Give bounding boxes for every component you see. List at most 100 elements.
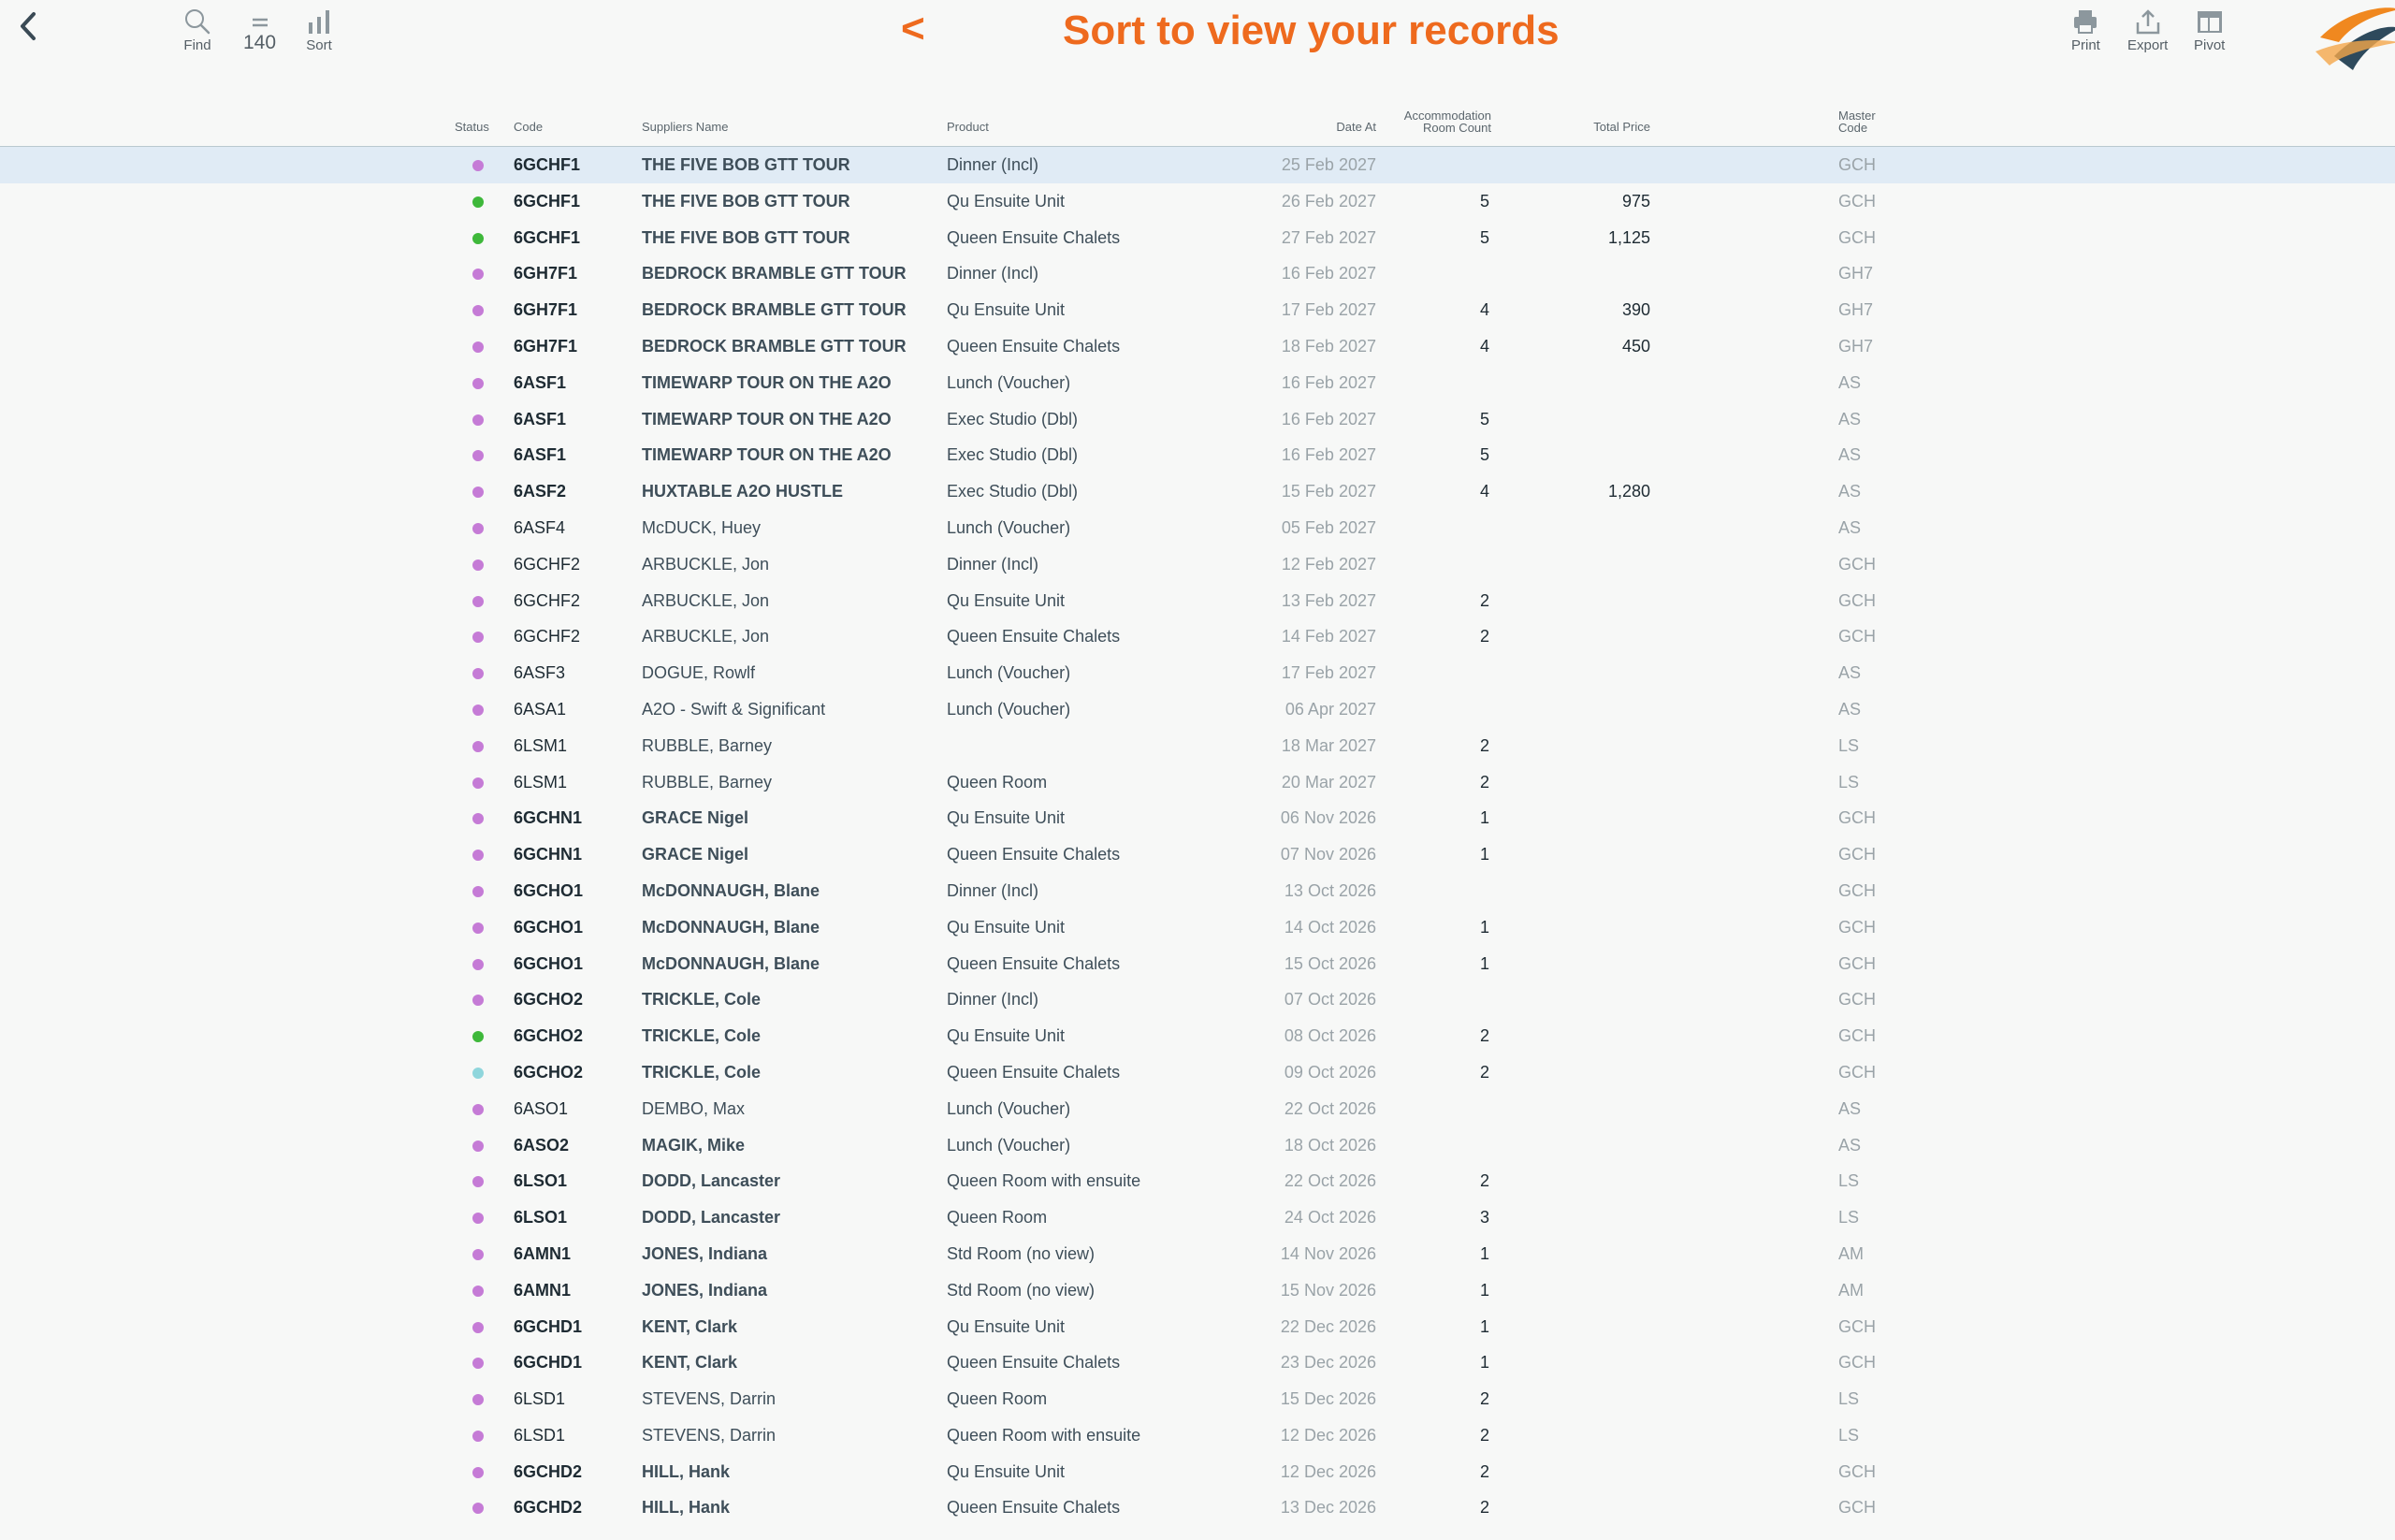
code-cell: 6GCHO1 (514, 880, 584, 900)
table-row[interactable]: 6GCHO1 McDONNAUGH, Blane Queen Ensuite Cha… (0, 946, 2395, 982)
supplier-cell: TIMEWARP TOUR ON THE A2O (642, 409, 892, 429)
room-count-cell: 5 (1479, 191, 1489, 211)
toolbar: Find 140 Sort < Sort to view your record… (0, 0, 2395, 75)
table-row[interactable]: 6GCHF2 ARBUCKLE, Jon Qu Ensuite Unit 13 Feb… (0, 583, 2395, 619)
table-row[interactable]: 6GCHD2 HILL, Hank Queen Ensuite Chalets 13 … (0, 1489, 2395, 1526)
code-cell: 6GCHO2 (514, 990, 584, 1010)
product-cell: Queen Ensuite Chalets (947, 336, 1121, 356)
print-label: Print (2071, 37, 2100, 53)
table-row[interactable]: 6LSO1 DODD, Lancaster Queen Room 24 Oct 202… (0, 1199, 2395, 1236)
column-header-total-price[interactable]: Total Price (1557, 121, 1650, 133)
total-price-cell: 975 (1621, 191, 1650, 211)
table-row[interactable]: 6LSD1 STEVENS, Darrin Queen Room 15 Dec 202… (0, 1381, 2395, 1417)
table-row[interactable]: 6AMN1 JONES, Indiana Std Room (no view) 14 … (0, 1236, 2395, 1272)
master-code-cell: GCH (1838, 1062, 1876, 1082)
pivot-label: Pivot (2194, 37, 2226, 53)
table-row[interactable]: 6LSO1 DODD, Lancaster Queen Room with ensu… (0, 1163, 2395, 1199)
table-row[interactable]: 6GCHF2 ARBUCKLE, Jon Dinner (Incl) 12 Feb 2… (0, 546, 2395, 583)
table-row[interactable]: 6GCHF1 THE FIVE BOB GTT TOUR Qu Ensuite Un… (0, 183, 2395, 220)
table-row[interactable]: 6ASF1 TIMEWARP TOUR ON THE A2O Lunch (Vouc… (0, 365, 2395, 401)
table-row[interactable]: 6GCHF1 THE FIVE BOB GTT TOUR Dinner (Incl)… (0, 147, 2395, 183)
table-row[interactable]: 6ASA1 A2O - Swift & Significant Lunch (Vou… (0, 691, 2395, 728)
master-code-cell: AS (1838, 663, 1862, 683)
pivot-button[interactable]: Pivot (2194, 7, 2225, 53)
room-count-cell: 2 (1479, 1062, 1489, 1082)
product-cell: Std Room (no view) (947, 1280, 1096, 1300)
code-cell: 6GCHO1 (514, 953, 584, 973)
supplier-cell: JONES, Indiana (642, 1243, 768, 1263)
room-count-cell: 1 (1479, 1316, 1489, 1336)
master-code-cell: GCH (1838, 953, 1876, 973)
date-cell: 07 Oct 2026 (1284, 990, 1376, 1010)
master-code-cell: GCH (1838, 590, 1876, 610)
status-dot (472, 850, 484, 862)
title-back-arrow[interactable]: < (901, 6, 925, 52)
column-header-code[interactable]: Code (514, 121, 543, 133)
column-header-status[interactable]: Status (455, 121, 489, 133)
product-cell: Queen Room (947, 772, 1048, 792)
master-code-cell: AS (1838, 409, 1862, 429)
code-cell: 6GH7F1 (514, 264, 578, 283)
find-button[interactable]: Find (183, 7, 211, 53)
table-row[interactable]: 6GH7F1 BEDROCK BRAMBLE GTT TOUR Qu Ensuite… (0, 292, 2395, 328)
table-row[interactable]: 6GCHD1 KENT, Clark Queen Ensuite Chalets 23… (0, 1344, 2395, 1381)
back-button[interactable] (9, 7, 47, 49)
table-row[interactable]: 6GCHN1 GRACE Nigel Qu Ensuite Unit 06 Nov 2… (0, 800, 2395, 836)
chevron-left-icon (19, 11, 37, 46)
table-row[interactable]: 6ASO2 MAGIK, Mike Lunch (Voucher) 18 Oct 20… (0, 1127, 2395, 1164)
master-code-cell: GCH (1838, 808, 1876, 828)
table-row[interactable]: 6LSM1 RUBBLE, Barney 18 Mar 2027 2 LS (0, 728, 2395, 764)
table-row[interactable]: 6GCHO1 McDONNAUGH, Blane Dinner (Incl) 13 O… (0, 873, 2395, 909)
record-count-value: 140 (243, 32, 277, 53)
status-dot (472, 341, 484, 353)
table-row[interactable]: 6GH7F1 BEDROCK BRAMBLE GTT TOUR Dinner (In… (0, 255, 2395, 292)
table-row[interactable]: 6ASF3 DOGUE, Rowlf Lunch (Voucher) 17 Feb 2… (0, 655, 2395, 691)
room-count-cell: 1 (1479, 953, 1489, 973)
code-cell: 6GCHF2 (514, 554, 581, 574)
table-row[interactable]: 6GCHF2 ARBUCKLE, Jon Queen Ensuite Chalets… (0, 618, 2395, 655)
code-cell: 6ASF2 (514, 482, 567, 501)
supplier-cell: THE FIVE BOB GTT TOUR (642, 191, 850, 211)
table-row[interactable]: 6ASF2 HUXTABLE A2O HUSTLE Exec Studio (Dbl… (0, 473, 2395, 510)
column-header-product[interactable]: Product (947, 121, 989, 133)
table-row[interactable]: 6LSD1 STEVENS, Darrin Queen Room with ensu… (0, 1417, 2395, 1454)
product-cell: Queen Ensuite Chalets (947, 953, 1121, 973)
column-header-supplier[interactable]: Suppliers Name (642, 121, 729, 133)
export-button[interactable]: Export (2127, 7, 2168, 53)
date-cell: 14 Feb 2027 (1281, 627, 1376, 647)
table-row[interactable]: 6LSM1 RUBBLE, Barney Queen Room 20 Mar 2027… (0, 764, 2395, 801)
table-row[interactable]: 6GCHD1 KENT, Clark Qu Ensuite Unit 22 Dec 2… (0, 1309, 2395, 1345)
status-dot (472, 885, 484, 897)
table-row[interactable]: 6GCHO1 McDONNAUGH, Blane Qu Ensuite Unit 14… (0, 909, 2395, 946)
table-row[interactable]: 6GCHD2 HILL, Hank Qu Ensuite Unit 12 Dec 20… (0, 1454, 2395, 1490)
table-row[interactable]: 6ASO1 DEMBO, Max Lunch (Voucher) 22 Oct 202… (0, 1091, 2395, 1127)
table-row[interactable]: 6ASF1 TIMEWARP TOUR ON THE A2O Exec Studio… (0, 401, 2395, 438)
supplier-cell: ARBUCKLE, Jon (642, 554, 770, 574)
code-cell: 6AMN1 (514, 1280, 572, 1300)
table-row[interactable]: 6GCHN1 GRACE Nigel Queen Ensuite Chalets 07… (0, 836, 2395, 873)
column-header-date[interactable]: Date At (1283, 121, 1376, 133)
print-button[interactable]: Print (2071, 7, 2100, 53)
sort-button[interactable]: Sort (305, 7, 333, 53)
table-row[interactable]: 6ASF1 TIMEWARP TOUR ON THE A2O Exec Studio… (0, 437, 2395, 473)
product-cell: Queen Room with ensuite (947, 1425, 1141, 1445)
master-code-cell: GCH (1838, 917, 1876, 937)
room-count-cell: 2 (1479, 735, 1489, 755)
product-cell: Queen Ensuite Chalets (947, 227, 1121, 247)
status-dot (472, 1321, 484, 1333)
table-row[interactable]: 6GCHO2 TRICKLE, Cole Queen Ensuite Chalets… (0, 1054, 2395, 1091)
total-price-cell: 390 (1621, 300, 1650, 320)
table-row[interactable]: 6AMN1 JONES, Indiana Std Room (no view) 15 … (0, 1272, 2395, 1309)
table-row[interactable]: 6ASF4 McDUCK, Huey Lunch (Voucher) 05 Feb 2… (0, 510, 2395, 546)
column-header-master-code[interactable]: Master Code (1838, 109, 1876, 134)
column-header-accommodation-line2: Room Count (1423, 121, 1491, 135)
date-cell: 20 Mar 2027 (1281, 772, 1376, 792)
date-cell: 22 Oct 2026 (1284, 1171, 1376, 1191)
table-row[interactable]: 6GCHF1 THE FIVE BOB GTT TOUR Queen Ensuite… (0, 220, 2395, 256)
master-code-cell: GCH (1838, 1461, 1876, 1481)
table-row[interactable]: 6GH7F1 BEDROCK BRAMBLE GTT TOUR Queen Ensu… (0, 328, 2395, 365)
table-row[interactable]: 6GCHO2 TRICKLE, Cole Qu Ensuite Unit 08 Oct… (0, 1018, 2395, 1054)
column-header-accommodation[interactable]: Accommodation Room Count (1375, 109, 1491, 134)
table-row[interactable]: 6GCHO2 TRICKLE, Cole Dinner (Incl) 07 Oct 2… (0, 981, 2395, 1018)
master-code-cell: GCH (1838, 1026, 1876, 1046)
